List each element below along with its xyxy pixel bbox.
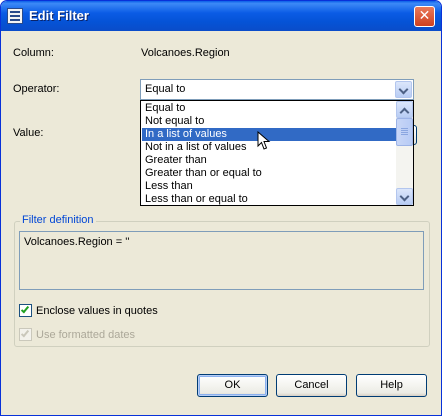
close-icon: ✕	[418, 8, 431, 24]
check-icon	[20, 328, 30, 338]
enclose-quotes-checkbox[interactable]	[19, 304, 32, 317]
ok-button[interactable]: OK	[197, 374, 268, 397]
mouse-pointer-icon	[257, 131, 271, 150]
operator-option-equal-to[interactable]: Equal to	[142, 102, 396, 115]
filter-definition-expression: Volcanoes.Region = ''	[24, 236, 130, 248]
close-button[interactable]: ✕	[414, 6, 435, 27]
operator-option-greater-than[interactable]: Greater than	[142, 154, 396, 167]
formatted-dates-checkbox	[19, 328, 32, 341]
operator-dropdown-list[interactable]: Equal to Not equal to In a list of value…	[140, 100, 414, 206]
scroll-down-button[interactable]	[396, 188, 413, 205]
enclose-quotes-label[interactable]: Enclose values in quotes	[36, 305, 158, 317]
title-bar[interactable]: Edit Filter ✕	[1, 1, 441, 31]
value-label: Value:	[13, 127, 44, 139]
check-icon	[20, 304, 30, 314]
operator-dropdown-button[interactable]	[395, 81, 412, 98]
operator-option-less-equal[interactable]: Less than or equal to	[142, 193, 396, 206]
edit-filter-dialog: Edit Filter ✕ Column: Volcanoes.Region O…	[0, 0, 442, 416]
operator-label: Operator:	[13, 83, 60, 95]
cancel-button[interactable]: Cancel	[276, 374, 347, 397]
operator-select[interactable]: Equal to	[140, 79, 414, 100]
operator-selected-value: Equal to	[145, 83, 186, 95]
chevron-down-icon	[399, 191, 410, 202]
help-button[interactable]: Help	[356, 374, 427, 397]
scroll-up-button[interactable]	[396, 101, 413, 118]
chevron-down-icon	[398, 84, 409, 95]
app-icon	[7, 8, 23, 24]
dropdown-scrollbar[interactable]	[396, 101, 413, 205]
operator-option-less-than[interactable]: Less than	[142, 180, 396, 193]
window-title: Edit Filter	[29, 8, 89, 23]
filter-definition-text: Volcanoes.Region = ''	[19, 231, 424, 290]
filter-definition-label: Filter definition	[20, 214, 96, 226]
operator-option-not-equal-to[interactable]: Not equal to	[142, 115, 396, 128]
scroll-thumb[interactable]	[396, 118, 413, 146]
column-label: Column:	[13, 47, 54, 59]
column-value: Volcanoes.Region	[141, 47, 230, 59]
formatted-dates-label: Use formatted dates	[36, 329, 136, 341]
chevron-up-icon	[399, 107, 410, 118]
operator-option-greater-equal[interactable]: Greater than or equal to	[142, 167, 396, 180]
